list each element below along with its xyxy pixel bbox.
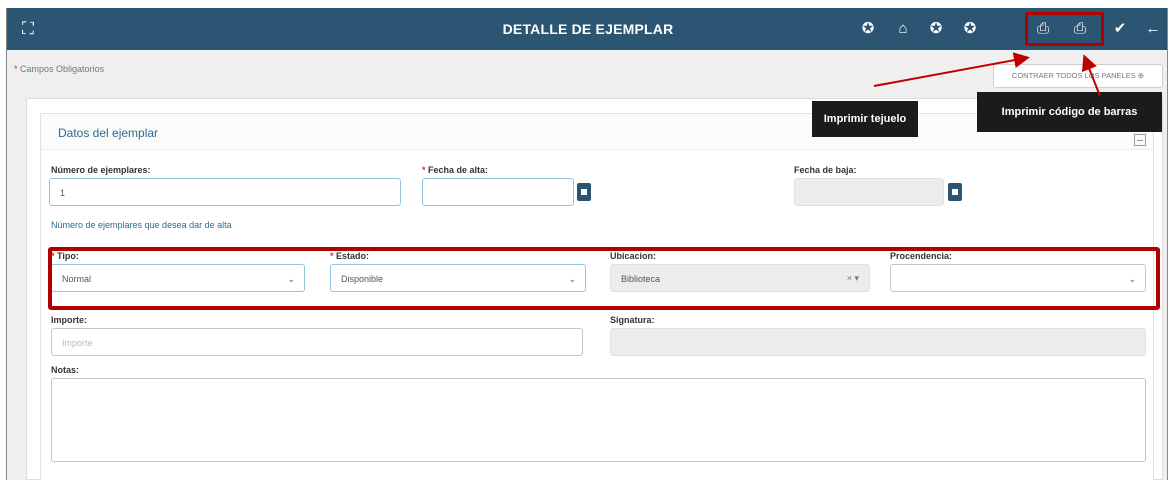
- numero-ejemplares-value: 1: [60, 188, 66, 198]
- required-fields-note: * Campos Obligatorios: [14, 64, 104, 74]
- required-fields-text: Campos Obligatorios: [20, 64, 105, 74]
- card-title: Datos del ejemplar: [58, 126, 159, 140]
- home-icon[interactable]: ⌂: [889, 16, 917, 42]
- importe-placeholder: Importe: [62, 338, 93, 348]
- calendar-icon[interactable]: [948, 183, 962, 201]
- book-icon[interactable]: ✪: [956, 16, 984, 42]
- fecha-alta-input[interactable]: [422, 178, 574, 206]
- calendar-icon[interactable]: [577, 183, 591, 201]
- selects-highlight-box: [48, 247, 1160, 310]
- importe-label: Importe:: [51, 315, 87, 325]
- fecha-alta-label: * Fecha de alta:: [422, 165, 488, 175]
- window: ⛶ DETALLE DE EJEMPLAR ✪ ⌂ ✪ ✪ ⎙ ⎙ ✔ ← * …: [6, 8, 1168, 480]
- print-buttons-highlight: [1025, 12, 1104, 46]
- signatura-label: Signatura:: [610, 315, 655, 325]
- check-icon[interactable]: ✔: [1106, 16, 1134, 42]
- numero-ejemplares-input[interactable]: 1: [49, 178, 401, 206]
- tooltip-imprimir-tejuelo: Imprimir tejuelo: [812, 101, 918, 137]
- importe-input[interactable]: Importe: [51, 328, 583, 356]
- fecha-alta-label-text: Fecha de alta:: [428, 165, 489, 175]
- signatura-input: [610, 328, 1146, 356]
- required-star: *: [14, 64, 18, 74]
- header-bar: ⛶ DETALLE DE EJEMPLAR ✪ ⌂ ✪ ✪ ⎙ ⎙ ✔ ←: [7, 8, 1167, 50]
- notas-label: Notas:: [51, 365, 80, 375]
- book-icon[interactable]: ✪: [922, 16, 950, 42]
- notas-textarea[interactable]: [51, 378, 1146, 462]
- required-star: *: [422, 165, 426, 175]
- numero-ejemplares-label: Número de ejemplares:: [51, 165, 151, 175]
- fecha-baja-label: Fecha de baja:: [794, 165, 857, 175]
- numero-ejemplares-help: Número de ejemplares que desea dar de al…: [51, 220, 232, 230]
- back-arrow-icon[interactable]: ←: [1139, 16, 1167, 42]
- collapse-all-panels-button[interactable]: CONTRAER TODOS LOS PANELES ⊕: [993, 64, 1163, 88]
- collapse-panel-icon[interactable]: [1134, 134, 1146, 146]
- page-title: DETALLE DE EJEMPLAR: [502, 21, 674, 37]
- fecha-baja-input: [794, 178, 944, 206]
- book-icon[interactable]: ✪: [854, 16, 882, 42]
- tooltip-imprimir-codigo-barras: Imprimir código de barras: [977, 92, 1162, 132]
